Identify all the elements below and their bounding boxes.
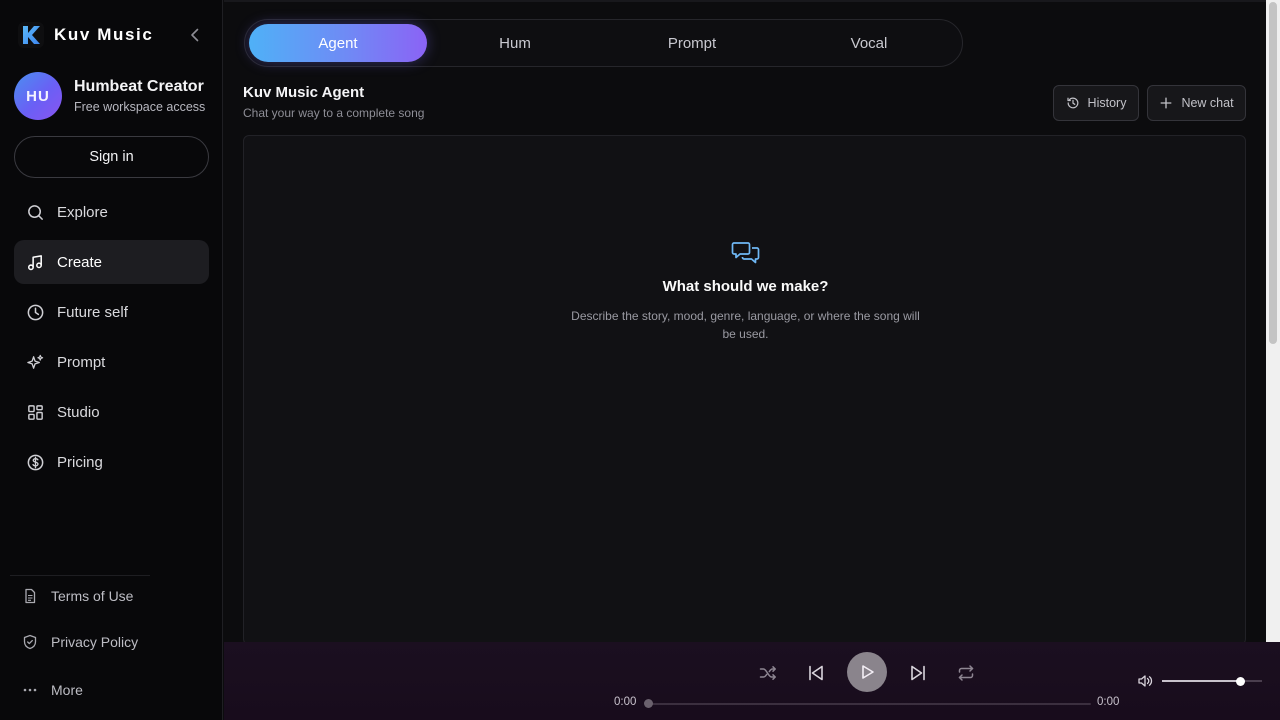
dollar-circle-icon — [27, 454, 44, 470]
tab-hum[interactable]: Hum — [426, 24, 604, 62]
footer-link-terms[interactable]: Terms of Use — [22, 585, 202, 607]
previous-button[interactable] — [805, 662, 827, 684]
skip-back-icon — [809, 665, 823, 681]
sidebar-item-create[interactable]: Create — [14, 240, 209, 284]
shuffle-icon — [759, 666, 776, 680]
more-dots-icon — [23, 688, 37, 692]
brand-name: Kuv Music — [54, 25, 154, 44]
page-scrollbar[interactable] — [1266, 0, 1280, 642]
shuffle-button[interactable] — [757, 662, 779, 684]
next-button[interactable] — [907, 662, 929, 684]
grid-icon — [28, 404, 43, 420]
tab-prompt[interactable]: Prompt — [603, 24, 781, 62]
elapsed-time: 0:00 — [614, 696, 637, 708]
sidebar-item-pricing[interactable]: Pricing — [14, 440, 209, 484]
sidebar-item-future-self[interactable]: Future self — [14, 290, 209, 334]
sparkles-icon — [27, 354, 44, 369]
footer-link-privacy[interactable]: Privacy Policy — [22, 631, 202, 653]
page-subtitle: Chat your way to a complete song — [243, 106, 425, 120]
skip-forward-icon — [911, 665, 925, 681]
footer-link-label: More — [51, 682, 83, 698]
empty-state: What should we make? Describe the story,… — [244, 238, 1247, 343]
search-icon — [28, 204, 43, 220]
page-title: Kuv Music Agent — [243, 84, 365, 101]
volume-slider-fill — [1162, 680, 1240, 682]
sidebar-item-label: Prompt — [57, 353, 106, 371]
sidebar-item-label: Future self — [57, 303, 128, 321]
collapse-sidebar-button[interactable] — [186, 27, 204, 43]
sidebar-item-prompt[interactable]: Prompt — [14, 340, 209, 384]
new-chat-button-label: New chat — [1181, 96, 1234, 110]
profile-subtitle: Free workspace access — [74, 100, 206, 114]
volume-icon — [1138, 675, 1153, 687]
volume-slider-knob[interactable] — [1235, 677, 1245, 686]
play-button[interactable] — [847, 652, 887, 692]
app-root: Kuv Music HU Humbeat Creator Free worksp… — [0, 0, 1280, 720]
sidebar: Kuv Music HU Humbeat Creator Free worksp… — [0, 0, 223, 720]
sign-in-button[interactable]: Sign in — [14, 136, 209, 178]
history-button[interactable]: History — [1053, 85, 1139, 121]
logo-icon — [18, 22, 44, 48]
progress-track[interactable] — [647, 703, 1091, 705]
clock-icon — [27, 304, 44, 320]
sidebar-item-explore[interactable]: Explore — [14, 190, 209, 234]
new-chat-button[interactable]: New chat — [1147, 85, 1246, 121]
main-content: Agent Hum Prompt Vocal Kuv Music Agent C… — [224, 0, 1266, 645]
total-time: 0:00 — [1097, 696, 1120, 708]
audio-player: 0:00 0:00 — [224, 642, 1280, 720]
sidebar-item-label: Studio — [57, 403, 100, 421]
sidebar-nav: Explore Create Future self Prompt Studio… — [14, 190, 209, 490]
music-note-icon — [27, 254, 42, 270]
sidebar-item-label: Pricing — [57, 453, 103, 471]
tab-agent[interactable]: Agent — [249, 24, 427, 62]
footer-link-label: Terms of Use — [51, 588, 134, 604]
footer-link-label: Privacy Policy — [51, 634, 139, 650]
tab-vocal[interactable]: Vocal — [780, 24, 958, 62]
sidebar-divider — [10, 575, 150, 576]
play-icon — [862, 665, 874, 679]
repeat-button[interactable] — [955, 662, 977, 684]
plus-icon — [1160, 97, 1172, 109]
document-icon — [25, 588, 36, 604]
avatar: HU — [14, 72, 62, 120]
user-profile: HU Humbeat Creator Free workspace access — [14, 72, 205, 120]
sidebar-item-label: Create — [57, 253, 103, 271]
volume-button[interactable] — [1136, 673, 1154, 689]
profile-name: Humbeat Creator — [74, 78, 204, 95]
chat-panel: What should we make? Describe the story,… — [243, 135, 1246, 645]
repeat-icon — [958, 665, 974, 681]
sidebar-item-label: Explore — [57, 203, 108, 221]
scrollbar-thumb[interactable] — [1269, 2, 1277, 344]
chevron-left-icon — [191, 28, 199, 42]
empty-state-description: Describe the story, mood, genre, languag… — [571, 309, 920, 341]
history-icon — [1066, 97, 1078, 109]
top-border — [224, 0, 1266, 2]
chat-bubbles-icon — [731, 238, 761, 268]
history-button-label: History — [1087, 96, 1127, 110]
empty-state-title: What should we make? — [662, 278, 829, 295]
progress-knob[interactable] — [644, 699, 653, 708]
mode-tabs: Agent Hum Prompt Vocal — [244, 19, 963, 67]
footer-link-more[interactable]: More — [22, 679, 202, 701]
sidebar-item-studio[interactable]: Studio — [14, 390, 209, 434]
brand[interactable]: Kuv Music — [18, 22, 153, 48]
shield-icon — [23, 634, 37, 650]
